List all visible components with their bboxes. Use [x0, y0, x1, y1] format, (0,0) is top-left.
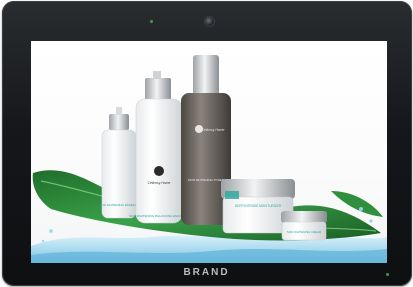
device-brand-label: BRAND — [183, 267, 230, 278]
droplet — [41, 239, 45, 243]
display-screen[interactable]: SKIN WHITENING ESSENCE Cellcosy Home SKI… — [31, 41, 387, 263]
droplet — [369, 219, 373, 223]
bottle-label: SKIN WHITENING BALANCING EMULSION — [129, 214, 189, 218]
camera-icon — [205, 17, 214, 26]
bottle-label: SKIN WHITENING TONER — [188, 178, 225, 182]
bottle-label: SKIN WHITENING ESSENCE — [99, 203, 139, 207]
brand-script: Cellcosy Home — [148, 181, 171, 185]
droplet — [359, 207, 363, 211]
brand-logo-icon — [154, 166, 164, 176]
droplet — [49, 229, 53, 233]
bottle-essence: SKIN WHITENING ESSENCE — [99, 107, 139, 219]
brand-script: Cellcosy Home — [202, 128, 225, 132]
status-led-icon — [150, 20, 153, 23]
product-ad-image: SKIN WHITENING ESSENCE Cellcosy Home SKI… — [31, 55, 387, 263]
bottle-label: SKIN WHITENING CREAM — [287, 230, 322, 234]
jar-cream: SKIN WHITENING CREAM — [281, 211, 327, 241]
bottle-emulsion: Cellcosy Home SKIN WHITENING BALANCING E… — [129, 71, 189, 224]
bottle-label: DEEP INTENSE MOISTURIZER — [235, 204, 282, 208]
